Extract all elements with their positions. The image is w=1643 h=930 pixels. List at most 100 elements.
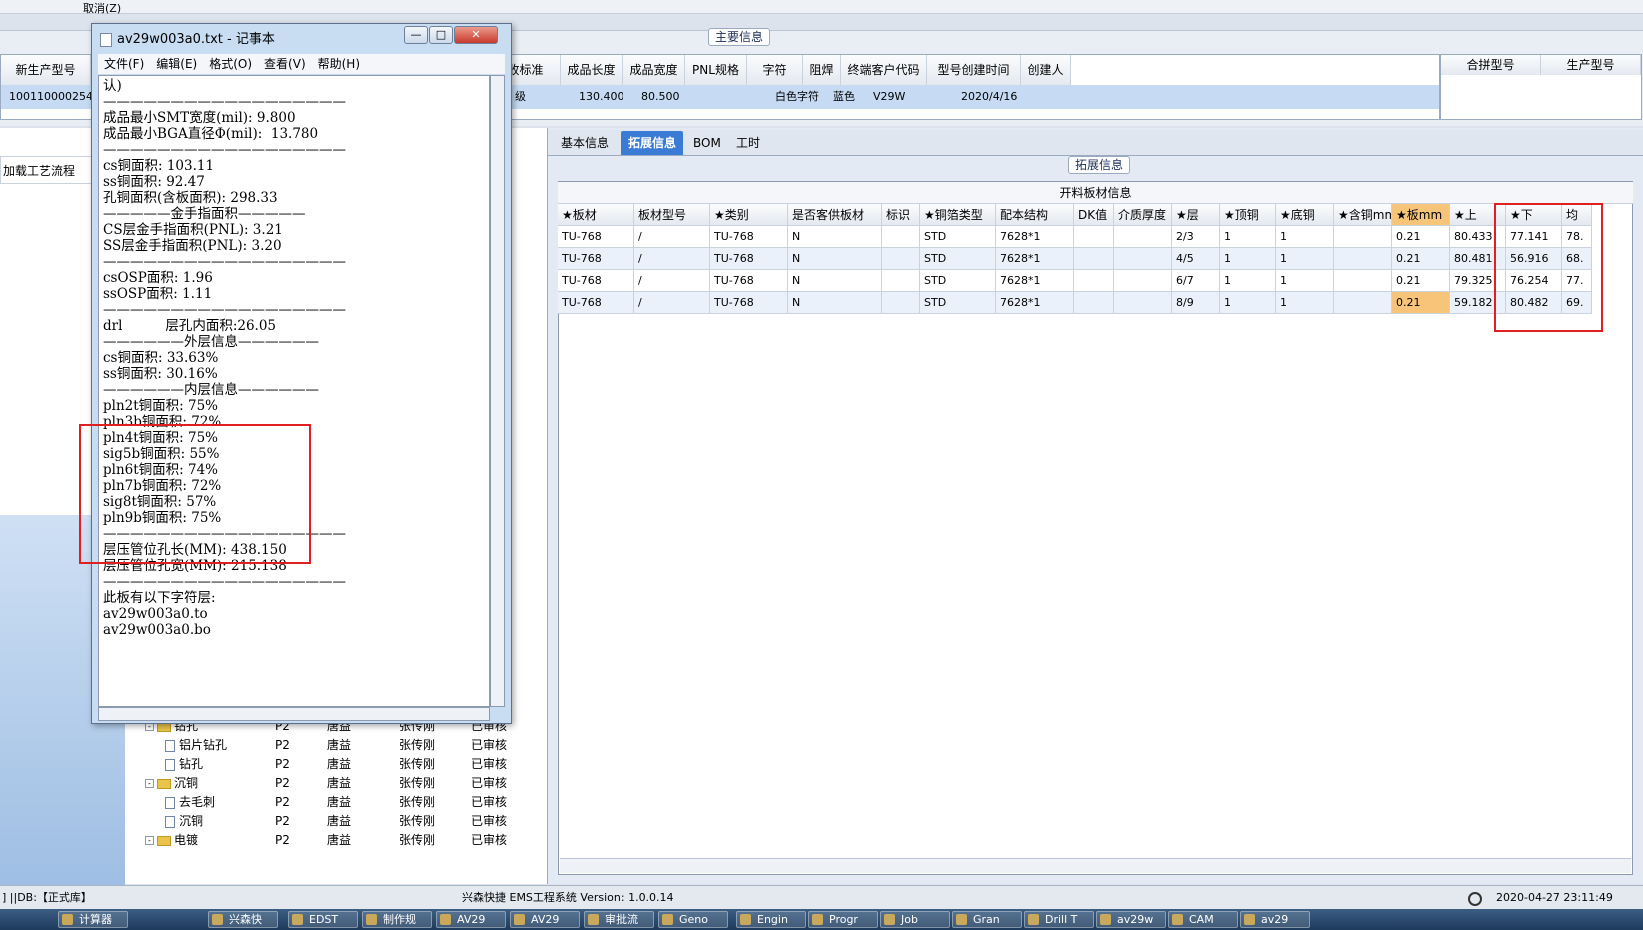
grid-cell[interactable] [1334, 248, 1392, 270]
tree-row[interactable]: 沉铜 P2 唐益 张传刚 已审核 [125, 812, 543, 831]
grid-cell[interactable]: 1 [1220, 270, 1276, 292]
grid-col-header[interactable]: ★类别 [710, 204, 788, 226]
maximize-icon[interactable]: □ [429, 26, 453, 44]
col-header[interactable]: 终端客户代码 [841, 55, 927, 85]
close-icon[interactable]: ✕ [454, 26, 498, 44]
grid-cell[interactable]: 1 [1220, 248, 1276, 270]
grid-col-header[interactable]: ★底铜 [1276, 204, 1334, 226]
grid-cell[interactable]: N [788, 270, 882, 292]
grid-cell[interactable]: 7628*1 [996, 292, 1074, 314]
undo-menu-item[interactable]: 取消(Z) [83, 0, 121, 16]
taskbar-button[interactable]: Progr [808, 911, 878, 928]
grid-cell[interactable] [882, 226, 920, 248]
grid-cell[interactable]: STD [920, 226, 996, 248]
grid-cell[interactable] [1074, 270, 1114, 292]
tab-extended-info[interactable]: 拓展信息 [621, 131, 684, 155]
grid-col-header[interactable]: 介质厚度 [1114, 204, 1172, 226]
menu-view[interactable]: 查看(V) [264, 57, 306, 71]
grid-cell[interactable] [1114, 270, 1172, 292]
grid-cell[interactable]: 8/9 [1172, 292, 1220, 314]
grid-horizontal-scrollbar[interactable] [560, 858, 1631, 873]
row-length[interactable]: 130.400 [575, 85, 623, 109]
col-header[interactable]: 新生产型号 [1, 55, 91, 85]
grid-cell[interactable] [882, 248, 920, 270]
grid-cell[interactable]: 0.21 [1392, 226, 1450, 248]
col-header[interactable]: PNL规格 [685, 55, 747, 85]
taskbar-button[interactable]: Drill T [1024, 911, 1094, 928]
grid-cell[interactable]: TU-768 [710, 248, 788, 270]
grid-cell[interactable]: / [634, 248, 710, 270]
grid-cell[interactable] [1114, 248, 1172, 270]
grid-cell[interactable]: TU-768 [558, 226, 634, 248]
grid-cell[interactable]: / [634, 292, 710, 314]
taskbar-button[interactable]: EDST [288, 911, 358, 928]
notepad-window[interactable]: av29w003a0.txt - 记事本 — □ ✕ 文件(F) 编辑(E) 格式(… [91, 23, 512, 724]
menu-edit[interactable]: 编辑(E) [156, 57, 197, 71]
grid-cell[interactable]: 1 [1220, 226, 1276, 248]
grid-cell[interactable] [1114, 292, 1172, 314]
tree-node[interactable]: 铝片钻孔 [165, 736, 227, 755]
col-header[interactable]: 成品宽度 [623, 55, 685, 85]
grid-col-header[interactable]: 配本结构 [996, 204, 1074, 226]
tree-node[interactable]: 沉铜 [165, 812, 203, 831]
grid-col-header[interactable]: ★板mm [1392, 204, 1450, 226]
grid-cell[interactable] [1334, 226, 1392, 248]
grid-cell[interactable]: TU-768 [710, 292, 788, 314]
grid-col-header[interactable]: ★顶铜 [1220, 204, 1276, 226]
notepad-horizontal-scrollbar[interactable] [98, 707, 490, 721]
grid-cell[interactable]: 2/3 [1172, 226, 1220, 248]
notepad-text-area[interactable]: 认) —————————————————— 成品最小SMT宽度(mil): 9.80… [98, 75, 490, 707]
taskbar-button[interactable]: Engin [736, 911, 806, 928]
tree-node[interactable]: 钻孔 [165, 755, 203, 774]
col-header[interactable]: 阻焊 [803, 55, 841, 85]
grid-cell[interactable]: STD [920, 292, 996, 314]
col-header[interactable]: 创建人 [1021, 55, 1071, 85]
menu-format[interactable]: 格式(O) [209, 57, 252, 71]
tree-node[interactable]: - 沉铜 [145, 774, 198, 793]
grid-cell[interactable]: 0.21 [1392, 292, 1450, 314]
grid-col-header[interactable]: 是否客供板材 [788, 204, 882, 226]
grid-cell[interactable]: N [788, 226, 882, 248]
tab-bom[interactable]: BOM [686, 131, 728, 155]
taskbar-button[interactable]: Gran [952, 911, 1022, 928]
grid-cell[interactable]: STD [920, 248, 996, 270]
minimize-icon[interactable]: — [404, 26, 428, 44]
col-header[interactable]: 字符 [747, 55, 803, 85]
collapse-icon[interactable]: - [145, 779, 154, 788]
row-width[interactable]: 80.500 [637, 85, 685, 109]
grid-cell[interactable] [1074, 292, 1114, 314]
grid-col-header[interactable]: ★含铜mm [1334, 204, 1392, 226]
grid-cell[interactable]: 1 [1276, 248, 1334, 270]
grid-col-header[interactable]: ★铜箔类型 [920, 204, 996, 226]
menu-file[interactable]: 文件(F) [104, 57, 144, 71]
grid-col-header[interactable]: ★板材 [558, 204, 634, 226]
grid-cell[interactable] [1334, 270, 1392, 292]
taskbar-button[interactable]: 审批流 [584, 911, 654, 928]
grid-cell[interactable] [1114, 226, 1172, 248]
notepad-title-bar[interactable]: av29w003a0.txt - 记事本 [100, 28, 275, 47]
notepad-vertical-scrollbar[interactable] [490, 75, 505, 707]
taskbar-button[interactable]: AV29 [436, 911, 506, 928]
taskbar-button[interactable]: 制作规 [362, 911, 432, 928]
taskbar-button[interactable]: 计算器 [58, 911, 128, 928]
grid-col-header[interactable]: ★层 [1172, 204, 1220, 226]
row-model[interactable]: 100110000254 [5, 85, 91, 109]
grid-cell[interactable] [1074, 248, 1114, 270]
taskbar-button[interactable]: av29 [1240, 911, 1310, 928]
grid-cell[interactable]: TU-768 [710, 226, 788, 248]
taskbar-button[interactable]: CAM [1168, 911, 1238, 928]
grid-cell[interactable]: N [788, 292, 882, 314]
grid-cell[interactable]: 7628*1 [996, 270, 1074, 292]
tree-node[interactable]: - 电镀 [145, 831, 198, 850]
row-char[interactable]: 白色字符 [771, 85, 827, 109]
taskbar-button[interactable]: av29w [1096, 911, 1166, 928]
taskbar-button[interactable]: 兴森快 [208, 911, 278, 928]
grid-cell[interactable]: 7628*1 [996, 248, 1074, 270]
grid-cell[interactable]: 0.21 [1392, 270, 1450, 292]
tree-row[interactable]: 铝片钻孔 P2 唐益 张传刚 已审核 [125, 736, 543, 755]
tab-basic-info[interactable]: 基本信息 [554, 131, 616, 155]
grid-col-header[interactable]: 标识 [882, 204, 920, 226]
grid-cell[interactable]: TU-768 [558, 248, 634, 270]
grid-cell[interactable]: 0.21 [1392, 248, 1450, 270]
tree-row[interactable]: 去毛刺 P2 唐益 张传刚 已审核 [125, 793, 543, 812]
